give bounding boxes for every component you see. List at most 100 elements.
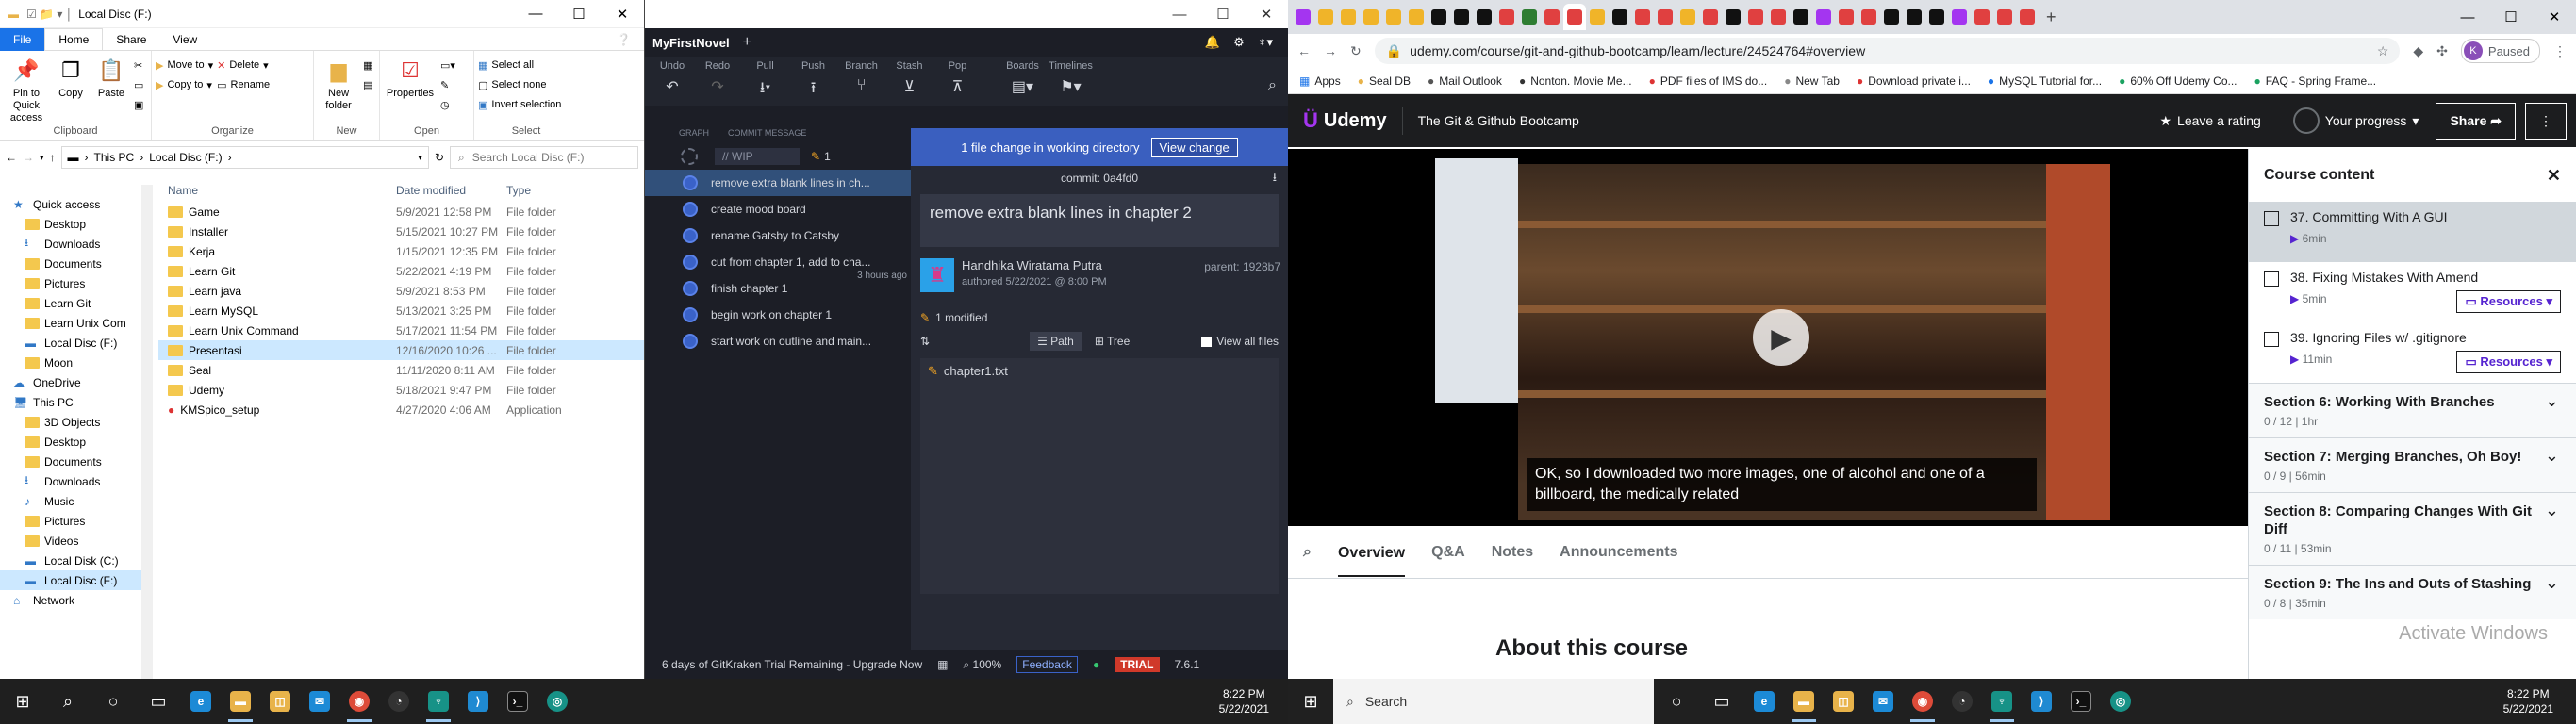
commit-row[interactable]: create mood board (645, 196, 911, 222)
quick-access-toolbar[interactable]: ☑ 📁 ▾ │ (26, 8, 78, 21)
gitkraken-icon[interactable]: ♆ (419, 679, 458, 724)
view-change-button[interactable]: View change (1150, 137, 1238, 157)
lecture-item[interactable]: 38. Fixing Mistakes With Amend ▶ 5min ▭ Re… (2249, 262, 2576, 322)
browser-tab[interactable] (1835, 4, 1858, 30)
open-icon[interactable]: ▭▾ (440, 57, 461, 74)
trial-badge[interactable]: TRIAL (1115, 657, 1160, 672)
close-button[interactable]: ✕ (1245, 0, 1288, 28)
chevron-down-icon[interactable]: ▾ (418, 153, 422, 163)
paste-shortcut-icon[interactable]: ▣ (134, 96, 147, 113)
boards-button[interactable]: Boards ▤▾ (999, 60, 1047, 96)
store-icon[interactable]: ◫ (260, 679, 300, 724)
paste-button[interactable]: 📋 Paste (92, 55, 130, 100)
section-item[interactable]: Section 7: Merging Branches, Oh Boy! 0 / … (2249, 437, 2576, 492)
tree-tab[interactable]: ⊞ Tree (1087, 332, 1137, 351)
nav-item[interactable]: ⭳ Downloads (0, 471, 141, 491)
bookmark-item[interactable]: ● FAQ - Spring Frame... (2254, 74, 2377, 88)
chrome-icon[interactable]: ◉ (1903, 679, 1942, 724)
section-item[interactable]: Section 8: Comparing Changes With Git Di… (2249, 492, 2576, 565)
tab-overview[interactable]: Overview (1337, 528, 1406, 577)
tab-announcements[interactable]: Announcements (1560, 544, 1677, 561)
select-none-button[interactable]: ▢ Select none (478, 76, 561, 93)
copy-path-icon[interactable]: ▭ (134, 76, 147, 93)
nav-item[interactable]: Pictures (0, 511, 141, 531)
invert-selection-button[interactable]: ▣ Invert selection (478, 96, 561, 113)
browser-tab[interactable] (1903, 4, 1925, 30)
move-to-button[interactable]: ▶ Move to ▾ (156, 57, 213, 74)
store-icon[interactable]: ◫ (1824, 679, 1863, 724)
browser-tab[interactable] (1450, 4, 1473, 30)
tab-view[interactable]: View (159, 28, 210, 51)
commit-message[interactable]: remove extra blank lines in chapter 2 (920, 194, 1279, 247)
bookmark-item[interactable]: ● MySQL Tutorial for... (1988, 74, 2102, 88)
account-icon[interactable]: ♆▾ (1258, 35, 1288, 50)
file-row[interactable]: ● KMSpico_setup 4/27/2020 4:06 AM Applicati… (158, 400, 644, 420)
browser-tab[interactable] (1609, 4, 1631, 30)
play-icon[interactable]: ▶ (1753, 309, 1809, 366)
nav-item[interactable]: Learn Git (0, 293, 141, 313)
nav-item[interactable]: Documents (0, 254, 141, 273)
reload-icon[interactable]: ↻ (1350, 43, 1362, 59)
search-icon[interactable]: ⌕ (45, 679, 91, 724)
repo-tab[interactable]: MyFirstNovel (652, 36, 730, 50)
bookmark-item[interactable]: ● 60% Off Udemy Co... (2119, 74, 2237, 88)
nav-item[interactable]: 3D Objects (0, 412, 141, 432)
close-button[interactable]: ✕ (2533, 0, 2576, 34)
stash-button[interactable]: Stash ⊻ (885, 60, 933, 96)
download-icon[interactable]: ⭳ (1273, 169, 1277, 189)
back-icon[interactable]: ← (6, 151, 17, 164)
maximize-button[interactable]: ☐ (2489, 0, 2533, 34)
browser-tab[interactable] (1654, 4, 1676, 30)
bookmark-item[interactable]: ● Download private i... (1857, 74, 1971, 88)
file-row[interactable]: Udemy 5/18/2021 9:47 PM File folder (158, 380, 644, 400)
tab-notes[interactable]: Notes (1492, 544, 1533, 561)
nav-scrollbar[interactable] (141, 185, 153, 679)
wip-input[interactable]: // WIP (715, 148, 800, 165)
push-button[interactable]: Push ⭱ (789, 60, 837, 103)
file-row[interactable]: Learn Unix Command 5/17/2021 11:54 PM File… (158, 321, 644, 340)
speedometer-icon[interactable]: ◔ (379, 679, 419, 724)
more-menu-icon[interactable]: ⋮ (2525, 102, 2567, 140)
puzzle-icon[interactable]: ✣ (2436, 43, 2448, 59)
bookmark-item[interactable]: ● Mail Outlook (1428, 74, 1502, 88)
feedback-button[interactable]: Feedback (1016, 656, 1078, 673)
lecture-checkbox[interactable] (2264, 211, 2279, 226)
tab-home[interactable]: Home (44, 27, 104, 51)
star-icon[interactable]: ☆ (2377, 43, 2389, 59)
browser-tab[interactable] (1925, 4, 1948, 30)
forward-icon[interactable]: → (23, 151, 34, 164)
nav-item[interactable]: Moon (0, 353, 141, 372)
nav-item[interactable]: Pictures (0, 273, 141, 293)
nav-item[interactable]: Learn Unix Com (0, 313, 141, 333)
address-bar[interactable]: 🔒 udemy.com/course/git-and-github-bootcam… (1374, 38, 2401, 64)
browser-tab[interactable] (1676, 4, 1699, 30)
clock[interactable]: 8:22 PM 5/22/2021 (2503, 686, 2576, 716)
nav-item[interactable]: 🖥 This PC (0, 392, 141, 412)
minimize-button[interactable]: — (514, 0, 557, 27)
section-item[interactable]: Section 9: The Ins and Outs of Stashing 0… (2249, 565, 2576, 619)
pin-quick-access-button[interactable]: 📌 Pin to Quick access (4, 55, 49, 124)
browser-tab[interactable] (1473, 4, 1495, 30)
terminal-icon[interactable]: ›_ (498, 679, 537, 724)
chrome-icon[interactable]: ◉ (339, 679, 379, 724)
notification-icon[interactable]: 🔔 (1205, 35, 1220, 50)
nav-item[interactable]: ☁ OneDrive (0, 372, 141, 392)
leave-rating-button[interactable]: ★ Leave a rating (2159, 113, 2260, 129)
section-item[interactable]: Section 6: Working With Branches 0 / 12 |… (2249, 383, 2576, 437)
commit-row[interactable]: finish chapter 1 (645, 275, 911, 302)
resources-button[interactable]: ▭ Resources ▾ (2456, 290, 2561, 313)
search-input[interactable]: ⌕ Search Local Disc (F:) (450, 146, 638, 169)
new-folder-button[interactable]: ▆ New folder (318, 55, 359, 112)
nav-item[interactable]: ♪ Music (0, 491, 141, 511)
undo-button[interactable]: Undo ↶ (651, 60, 694, 96)
timelines-button[interactable]: Timelines ⚑▾ (1047, 60, 1095, 96)
start-button[interactable]: ⊞ (0, 679, 45, 724)
browser-tab[interactable] (1586, 4, 1609, 30)
new-tab-icon[interactable]: + (2046, 8, 2056, 27)
search-icon[interactable]: ⌕ (1303, 544, 1312, 561)
browser-tab[interactable] (1360, 4, 1382, 30)
easy-access-icon[interactable]: ▤ (363, 76, 375, 93)
browser-tab[interactable] (1722, 4, 1744, 30)
trial-notice[interactable]: 6 days of GitKraken Trial Remaining - Up… (662, 658, 922, 671)
browser-tab[interactable] (1428, 4, 1450, 30)
